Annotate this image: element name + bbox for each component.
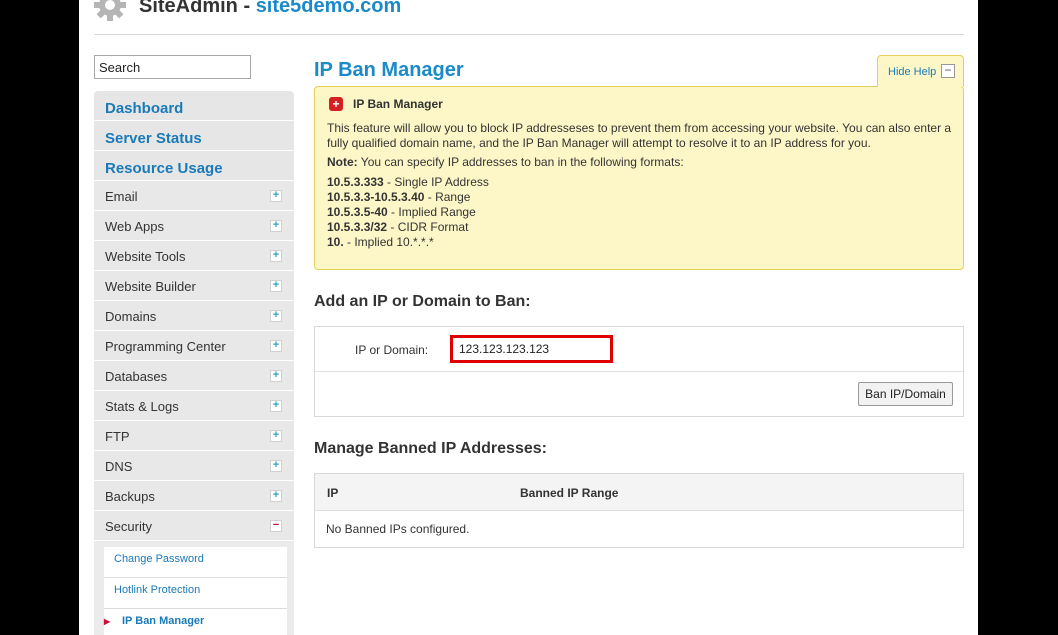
sidebar-item-website-builder[interactable]: Website Builder + (94, 271, 294, 301)
help-note: Note: You can specify IP addresses to ba… (327, 155, 684, 169)
sidebar-item-label: Stats & Logs (105, 399, 179, 414)
help-description: This feature will allow you to block IP … (327, 121, 952, 150)
expand-icon[interactable]: + (270, 370, 282, 382)
sidebar-item-label: Website Tools (105, 249, 186, 264)
expand-icon[interactable]: + (270, 310, 282, 322)
column-header-ip: IP (327, 486, 339, 500)
sidebar-item-email[interactable]: Email + (94, 181, 294, 211)
page: SiteAdmin - site5demo.com Dashboard Serv… (79, 0, 978, 635)
sidebar-item-ftp[interactable]: FTP + (94, 421, 294, 451)
collapse-icon[interactable]: − (270, 520, 282, 532)
expand-icon[interactable]: + (270, 190, 282, 202)
help-icon: + (329, 97, 343, 111)
sidebar-item-label: Domains (105, 309, 157, 324)
sidebar-item-databases[interactable]: Databases + (94, 361, 294, 391)
ban-ip-button[interactable]: Ban IP/Domain (858, 382, 953, 406)
add-ip-heading: Add an IP or Domain to Ban: (314, 293, 531, 310)
sidebar-item-label: FTP (105, 429, 130, 444)
sidebar-item-resource-usage[interactable]: Resource Usage (94, 151, 294, 181)
expand-icon[interactable]: + (270, 280, 282, 292)
format-desc: - Implied 10.*.*.* (343, 235, 434, 249)
site-domain[interactable]: site5demo.com (256, 0, 402, 17)
sidebar-item-web-apps[interactable]: Web Apps + (94, 211, 294, 241)
help-title: IP Ban Manager (353, 97, 443, 111)
sidebar-item-dashboard[interactable]: Dashboard (94, 91, 294, 121)
format-item: 10.5.3.3-10.5.3.40 - Range (327, 190, 489, 205)
title-separator: - (237, 0, 256, 17)
submenu-item-label: IP Ban Manager (122, 615, 205, 627)
format-item: 10.5.3.5-40 - Implied Range (327, 205, 489, 220)
format-item: 10.5.3.3/32 - CIDR Format (327, 220, 489, 235)
page-title: IP Ban Manager (314, 59, 464, 81)
format-desc: - Range (424, 190, 471, 204)
sidebar-item-programming-center[interactable]: Programming Center + (94, 331, 294, 361)
hide-help-tab[interactable]: Hide Help − (877, 55, 964, 87)
manage-banned-heading: Manage Banned IP Addresses: (314, 440, 547, 457)
format-ip: 10.5.3.333 (327, 175, 384, 189)
column-header-range: Banned IP Range (520, 486, 619, 500)
format-list: 10.5.3.333 - Single IP Address 10.5.3.3-… (327, 175, 489, 250)
sidebar-item-stats-logs[interactable]: Stats & Logs + (94, 391, 294, 421)
format-ip: 10. (327, 235, 344, 249)
format-ip: 10.5.3.5-40 (327, 205, 388, 219)
sidebar-item-security[interactable]: Security − (94, 511, 294, 541)
sidebar-item-website-tools[interactable]: Website Tools + (94, 241, 294, 271)
add-ip-form: IP or Domain: Ban IP/Domain (314, 326, 964, 417)
sidebar-item-label: Website Builder (105, 279, 196, 294)
expand-icon[interactable]: + (270, 250, 282, 262)
sidebar-item-backups[interactable]: Backups + (94, 481, 294, 511)
format-desc: - CIDR Format (387, 220, 469, 234)
sidebar-item-label: Backups (105, 489, 155, 504)
site-title: SiteAdmin - site5demo.com (139, 0, 401, 18)
format-ip: 10.5.3.3-10.5.3.40 (327, 190, 425, 204)
active-arrow-icon: ▶ (104, 617, 111, 626)
ip-input-row: IP or Domain: (315, 327, 963, 372)
header-divider (94, 34, 964, 35)
sidebar-item-label: Databases (105, 369, 168, 384)
banned-ip-table: IP Banned IP Range No Banned IPs configu… (314, 473, 964, 548)
sidebar-item-label: DNS (105, 459, 133, 474)
sidebar-item-label: Email (105, 189, 138, 204)
gear-icon (94, 0, 126, 21)
format-desc: - Implied Range (387, 205, 476, 219)
submenu-item-hotlink-protection[interactable]: Hotlink Protection (104, 578, 287, 609)
hide-help-link[interactable]: Hide Help (888, 66, 936, 78)
sidebar-nav: Dashboard Server Status Resource Usage E… (94, 91, 294, 635)
empty-table-message: No Banned IPs configured. (326, 522, 470, 536)
note-text: You can specify IP addresses to ban in t… (357, 155, 684, 169)
sidebar-item-dns[interactable]: DNS + (94, 451, 294, 481)
expand-icon[interactable]: + (270, 400, 282, 412)
ip-field-label: IP or Domain: (355, 343, 429, 357)
sidebar-item-label: Security (105, 519, 152, 534)
sidebar-item-server-status[interactable]: Server Status (94, 121, 294, 151)
help-panel: + IP Ban Manager This feature will allow… (314, 86, 964, 270)
sidebar-item-label: Programming Center (105, 339, 226, 354)
note-label: Note: (327, 155, 358, 169)
table-header: IP Banned IP Range (315, 474, 963, 511)
sidebar-item-label: Web Apps (105, 219, 165, 234)
ip-domain-input[interactable] (450, 335, 613, 363)
sidebar-item-domains[interactable]: Domains + (94, 301, 294, 331)
collapse-icon[interactable]: − (941, 64, 955, 78)
format-ip: 10.5.3.3/32 (327, 220, 388, 234)
app-name: SiteAdmin (139, 0, 238, 17)
format-item: 10.5.3.333 - Single IP Address (327, 175, 489, 190)
security-submenu: Change Password Hotlink Protection ▶ IP B… (94, 541, 294, 635)
submenu-item-change-password[interactable]: Change Password (104, 547, 287, 578)
expand-icon[interactable]: + (270, 460, 282, 472)
expand-icon[interactable]: + (270, 340, 282, 352)
format-item: 10. - Implied 10.*.*.* (327, 235, 489, 250)
submenu-item-ip-ban-manager[interactable]: ▶ IP Ban Manager (104, 609, 287, 635)
search-input[interactable] (94, 55, 251, 79)
expand-icon[interactable]: + (270, 490, 282, 502)
expand-icon[interactable]: + (270, 220, 282, 232)
format-desc: - Single IP Address (383, 175, 489, 189)
expand-icon[interactable]: + (270, 430, 282, 442)
